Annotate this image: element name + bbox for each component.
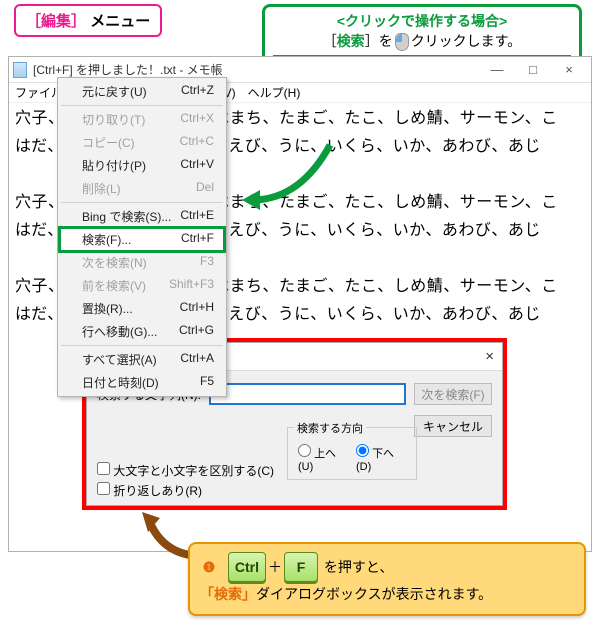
menu-separator bbox=[61, 202, 223, 203]
step-number-icon: ❶ bbox=[200, 558, 218, 576]
menu-item: 切り取り(T)Ctrl+X bbox=[60, 108, 224, 131]
close-button[interactable]: × bbox=[551, 59, 587, 81]
menu-item[interactable]: 検索(F)...Ctrl+F bbox=[60, 228, 224, 251]
bracket-close: ］ bbox=[71, 13, 86, 30]
menu-item[interactable]: 日付と時刻(D)F5 bbox=[60, 371, 224, 394]
menu-ヘルプ(H)[interactable]: ヘルプ(H) bbox=[242, 83, 307, 102]
dialog-close-button[interactable]: × bbox=[466, 348, 494, 365]
direction-group: 検索する方向 上へ(U) 下へ(D) bbox=[287, 427, 417, 480]
edit-menu-dropdown: 元に戻す(U)Ctrl+Z 切り取り(T)Ctrl+Xコピー(C)Ctrl+C貼り… bbox=[57, 77, 227, 397]
menu-item: 前を検索(V)Shift+F3 bbox=[60, 274, 224, 297]
menu-separator bbox=[61, 105, 223, 106]
keycap-ctrl: Ctrl bbox=[228, 552, 266, 582]
menu-separator bbox=[61, 345, 223, 346]
checkbox-match-case[interactable]: 大文字と小文字を区別する(C) bbox=[97, 461, 274, 481]
menu-word: メニュー bbox=[86, 13, 150, 30]
checkbox-wrap[interactable]: 折り返しあり(R) bbox=[97, 481, 274, 501]
minimize-button[interactable]: — bbox=[479, 59, 515, 81]
direction-group-title: 検索する方向 bbox=[294, 420, 366, 436]
callout-edit-menu: ［編集］ メニュー bbox=[14, 4, 162, 37]
app-icon bbox=[13, 62, 27, 78]
tip-ctrl-f: ❶ Ctrl＋F を押すと、 「検索」ダイアログボックスが表示されます。 bbox=[188, 542, 586, 616]
bracket-open: ［ bbox=[26, 13, 41, 30]
menu-item: 次を検索(N)F3 bbox=[60, 251, 224, 274]
tip-highlight-word: 検索 bbox=[214, 586, 242, 602]
menu-item[interactable]: 元に戻す(U)Ctrl+Z bbox=[60, 80, 224, 103]
callout-click-title: <クリックで操作する場合> bbox=[273, 11, 571, 31]
window-title: [Ctrl+F] を押しました！.txt - メモ帳 bbox=[33, 61, 479, 78]
find-input[interactable] bbox=[209, 383, 406, 405]
radio-down[interactable]: 下へ(D) bbox=[356, 444, 406, 473]
menu-item[interactable]: すべて選択(A)Ctrl+A bbox=[60, 348, 224, 371]
menu-item[interactable]: 行へ移動(G)...Ctrl+G bbox=[60, 320, 224, 343]
callout-click-line2: ［検索］をクリックします。 bbox=[273, 31, 571, 51]
menu-item: 削除(L)Del bbox=[60, 177, 224, 200]
menu-item[interactable]: Bing で検索(S)...Ctrl+E bbox=[60, 205, 224, 228]
edit-label: 編集 bbox=[41, 13, 71, 30]
menu-item: コピー(C)Ctrl+C bbox=[60, 131, 224, 154]
green-arrow-icon bbox=[240, 140, 340, 220]
menu-item[interactable]: 貼り付け(P)Ctrl+V bbox=[60, 154, 224, 177]
radio-up[interactable]: 上へ(U) bbox=[298, 444, 348, 473]
maximize-button[interactable]: □ bbox=[515, 59, 551, 81]
keycap-f: F bbox=[284, 552, 318, 582]
menu-item[interactable]: 置換(R)...Ctrl+H bbox=[60, 297, 224, 320]
find-next-button[interactable]: 次を検索(F) bbox=[414, 383, 492, 405]
mouse-icon bbox=[395, 33, 409, 51]
cancel-button[interactable]: キャンセル bbox=[414, 415, 492, 437]
